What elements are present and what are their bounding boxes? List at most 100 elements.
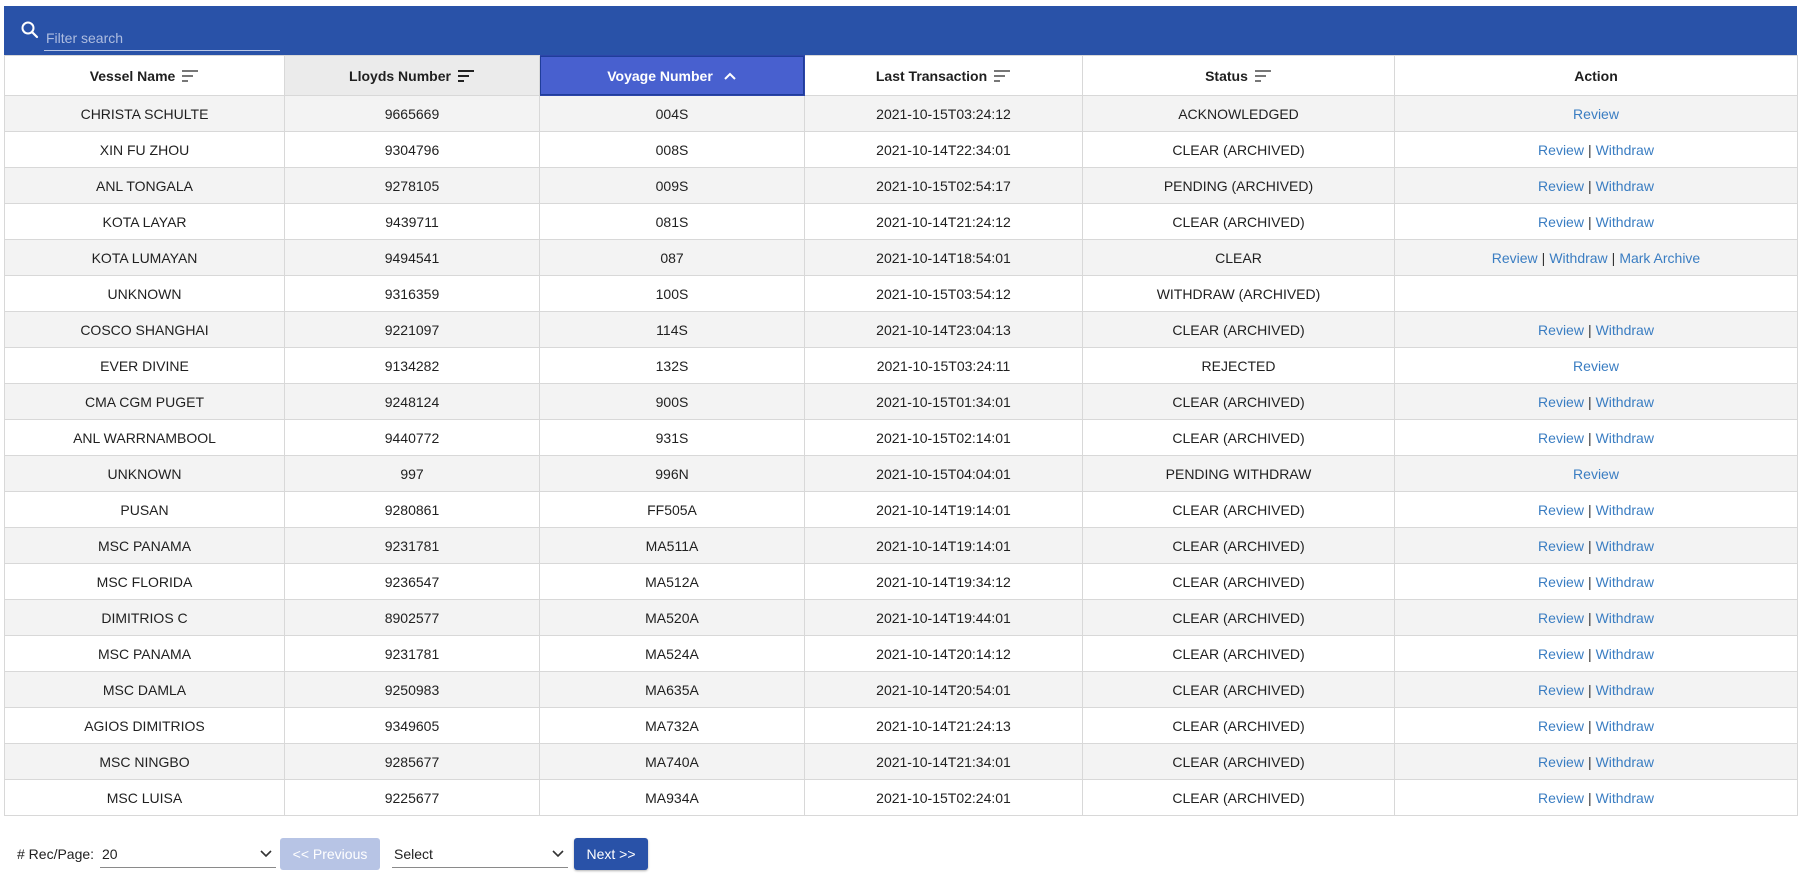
table-row: CMA CGM PUGET 9248124 900S 2021-10-15T01:34… <box>4 383 1798 420</box>
review-link[interactable]: Review <box>1538 430 1584 446</box>
action-cell: Review <box>1394 95 1798 132</box>
previous-page-button[interactable]: << Previous <box>280 838 380 870</box>
voyage-number-cell: MA635A <box>539 671 805 708</box>
review-link[interactable]: Review <box>1538 574 1584 590</box>
action-separator: | <box>1587 321 1592 338</box>
chevron-down-icon <box>260 850 272 858</box>
withdraw-link[interactable]: Withdraw <box>1596 574 1654 590</box>
sort-lines-icon[interactable] <box>1254 69 1272 83</box>
search-input[interactable] <box>44 24 280 48</box>
header-lloyds-number[interactable]: Lloyds Number <box>284 55 540 96</box>
table-row: ANL WARRNAMBOOL 9440772 931S 2021-10-15T02:… <box>4 419 1798 456</box>
review-link[interactable]: Review <box>1538 178 1584 194</box>
voyage-number-cell: MA520A <box>539 599 805 636</box>
lloyds-number-cell: 9349605 <box>284 707 540 744</box>
page-select[interactable]: Select <box>392 838 568 868</box>
vessel-name-cell: MSC NINGBO <box>4 743 285 780</box>
table-row: KOTA LAYAR 9439711 081S 2021-10-14T21:24:12… <box>4 203 1798 240</box>
withdraw-link[interactable]: Withdraw <box>1549 250 1607 266</box>
table-row: MSC FLORIDA 9236547 MA512A 2021-10-14T19:34… <box>4 563 1798 600</box>
lloyds-number-cell: 9231781 <box>284 635 540 672</box>
header-status[interactable]: Status <box>1082 55 1395 96</box>
vessel-name-cell: MSC PANAMA <box>4 527 285 564</box>
review-link[interactable]: Review <box>1538 718 1584 734</box>
withdraw-link[interactable]: Withdraw <box>1596 790 1654 806</box>
review-link[interactable]: Review <box>1538 610 1584 626</box>
voyage-number-cell: MA512A <box>539 563 805 600</box>
lloyds-number-cell: 9665669 <box>284 95 540 132</box>
review-link[interactable]: Review <box>1538 394 1584 410</box>
last-transaction-cell: 2021-10-14T21:24:12 <box>804 203 1083 240</box>
action-separator: | <box>1587 789 1592 806</box>
last-transaction-cell: 2021-10-15T03:24:11 <box>804 347 1083 384</box>
table-row: MSC PANAMA 9231781 MA511A 2021-10-14T19:14:… <box>4 527 1798 564</box>
lloyds-number-cell: 9248124 <box>284 383 540 420</box>
withdraw-link[interactable]: Withdraw <box>1596 682 1654 698</box>
review-link[interactable]: Review <box>1538 322 1584 338</box>
review-link[interactable]: Review <box>1573 106 1619 122</box>
chevron-up-icon[interactable] <box>723 71 737 81</box>
last-transaction-cell: 2021-10-14T20:14:12 <box>804 635 1083 672</box>
withdraw-link[interactable]: Withdraw <box>1596 142 1654 158</box>
status-cell: PENDING (ARCHIVED) <box>1082 167 1395 204</box>
lloyds-number-cell: 9225677 <box>284 779 540 816</box>
vessel-name-cell: ANL WARRNAMBOOL <box>4 419 285 456</box>
review-link[interactable]: Review <box>1492 250 1538 266</box>
action-cell: Review | Withdraw <box>1394 743 1798 780</box>
withdraw-link[interactable]: Withdraw <box>1596 322 1654 338</box>
header-last-transaction[interactable]: Last Transaction <box>804 55 1083 96</box>
vessel-name-cell: PUSAN <box>4 491 285 528</box>
withdraw-link[interactable]: Withdraw <box>1596 502 1654 518</box>
withdraw-link[interactable]: Withdraw <box>1596 214 1654 230</box>
action-separator: | <box>1587 645 1592 662</box>
sort-lines-icon[interactable] <box>181 69 199 83</box>
action-cell: Review | Withdraw <box>1394 707 1798 744</box>
review-link[interactable]: Review <box>1538 790 1584 806</box>
action-cell: Review | Withdraw <box>1394 491 1798 528</box>
review-link[interactable]: Review <box>1573 358 1619 374</box>
sort-lines-icon[interactable] <box>457 69 475 83</box>
header-voyage-number[interactable]: Voyage Number <box>539 55 805 96</box>
page-select-value: Select <box>394 846 433 862</box>
withdraw-link[interactable]: Withdraw <box>1596 538 1654 554</box>
review-link[interactable]: Review <box>1538 142 1584 158</box>
vessel-name-cell: UNKNOWN <box>4 275 285 312</box>
withdraw-link[interactable]: Withdraw <box>1596 646 1654 662</box>
withdraw-link[interactable]: Withdraw <box>1596 430 1654 446</box>
lloyds-number-cell: 9280861 <box>284 491 540 528</box>
last-transaction-cell: 2021-10-15T03:24:12 <box>804 95 1083 132</box>
lloyds-number-cell: 9285677 <box>284 743 540 780</box>
rec-per-page-select[interactable]: 20 <box>100 838 276 868</box>
withdraw-link[interactable]: Withdraw <box>1596 610 1654 626</box>
last-transaction-cell: 2021-10-15T02:14:01 <box>804 419 1083 456</box>
review-link[interactable]: Review <box>1573 466 1619 482</box>
last-transaction-cell: 2021-10-15T01:34:01 <box>804 383 1083 420</box>
header-vessel-name[interactable]: Vessel Name <box>4 55 285 96</box>
last-transaction-cell: 2021-10-14T23:04:13 <box>804 311 1083 348</box>
review-link[interactable]: Review <box>1538 682 1584 698</box>
action-cell: Review | Withdraw <box>1394 131 1798 168</box>
review-link[interactable]: Review <box>1538 646 1584 662</box>
withdraw-link[interactable]: Withdraw <box>1596 754 1654 770</box>
review-link[interactable]: Review <box>1538 214 1584 230</box>
last-transaction-cell: 2021-10-15T03:54:12 <box>804 275 1083 312</box>
mark-archive-link[interactable]: Mark Archive <box>1619 250 1700 266</box>
status-cell: CLEAR (ARCHIVED) <box>1082 527 1395 564</box>
next-page-button[interactable]: Next >> <box>574 838 648 870</box>
search-bar <box>4 6 1797 55</box>
lloyds-number-cell: 9316359 <box>284 275 540 312</box>
voyage-number-cell: 114S <box>539 311 805 348</box>
review-link[interactable]: Review <box>1538 754 1584 770</box>
last-transaction-cell: 2021-10-14T19:34:12 <box>804 563 1083 600</box>
withdraw-link[interactable]: Withdraw <box>1596 718 1654 734</box>
review-link[interactable]: Review <box>1538 538 1584 554</box>
sort-lines-icon[interactable] <box>993 69 1011 83</box>
withdraw-link[interactable]: Withdraw <box>1596 394 1654 410</box>
withdraw-link[interactable]: Withdraw <box>1596 178 1654 194</box>
action-cell: Review | Withdraw <box>1394 635 1798 672</box>
review-link[interactable]: Review <box>1538 502 1584 518</box>
header-action: Action <box>1394 55 1798 96</box>
lloyds-number-cell: 8902577 <box>284 599 540 636</box>
vessel-name-cell: UNKNOWN <box>4 455 285 492</box>
action-cell: Review | Withdraw <box>1394 779 1798 816</box>
